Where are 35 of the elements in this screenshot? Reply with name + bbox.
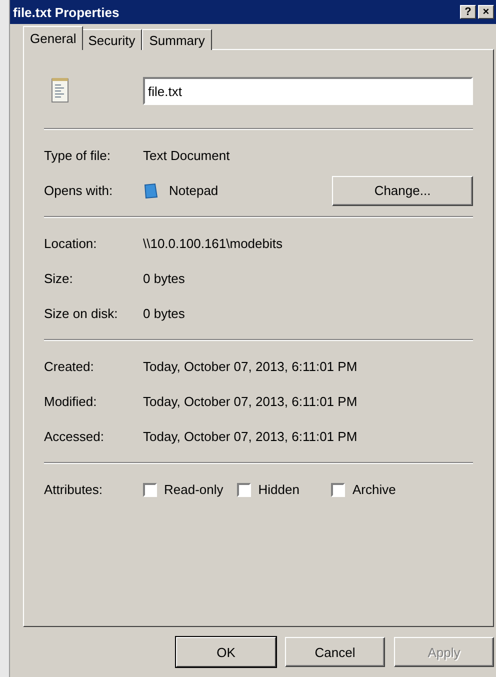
- field-label: Modified:: [44, 394, 98, 409]
- field-value: Notepad: [169, 183, 218, 198]
- field-value: Text Document: [143, 148, 230, 163]
- dialog-button[interactable]: OK: [176, 637, 276, 667]
- notepad-icon: [51, 76, 69, 102]
- field-label: Type of file:: [44, 148, 112, 163]
- change-button[interactable]: Change...: [332, 176, 473, 206]
- field-value: \\10.0.100.161\modebits: [143, 236, 282, 251]
- field-label: Size:: [44, 271, 74, 286]
- help-button[interactable]: ?: [460, 5, 476, 19]
- tab[interactable]: Security: [81, 29, 142, 50]
- checkbox-label[interactable]: Read-only: [164, 482, 224, 497]
- field-label: Accessed:: [44, 429, 105, 444]
- field-value: Today, October 07, 2013, 6:11:01 PM: [143, 394, 358, 409]
- checkbox-label[interactable]: Archive: [352, 482, 396, 497]
- field-value: 0 bytes: [143, 306, 185, 321]
- checkbox[interactable]: [143, 482, 157, 496]
- close-button[interactable]: ×: [478, 5, 494, 19]
- checkbox-label[interactable]: Hidden: [258, 482, 300, 497]
- field-label: Size on disk:: [44, 306, 119, 321]
- file-name-field[interactable]: file.txt: [143, 77, 473, 105]
- window-title: file.txt Properties: [13, 4, 120, 20]
- tab[interactable]: General: [23, 26, 84, 50]
- field-label: Attributes:: [44, 482, 104, 497]
- field-label: Opens with:: [44, 183, 114, 198]
- field-value: Today, October 07, 2013, 6:11:01 PM: [143, 429, 358, 444]
- tab[interactable]: Summary: [142, 29, 212, 50]
- checkbox[interactable]: [237, 482, 252, 496]
- field-value: Today, October 07, 2013, 6:11:01 PM: [143, 359, 358, 374]
- field-label: Created:: [44, 359, 95, 374]
- dialog-button[interactable]: Cancel: [285, 637, 385, 667]
- notepad-app-icon: [143, 182, 159, 198]
- field-value: 0 bytes: [143, 271, 185, 286]
- field-label: Location:: [44, 236, 98, 251]
- checkbox[interactable]: [331, 482, 346, 496]
